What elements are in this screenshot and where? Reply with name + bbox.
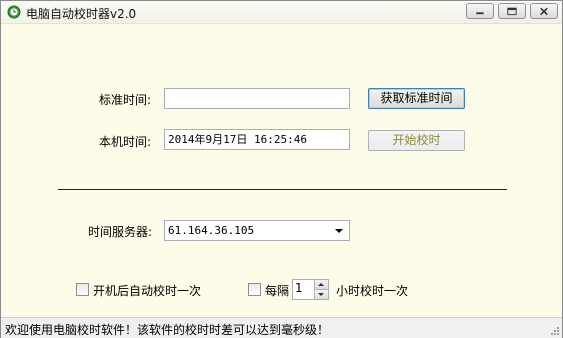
time-server-select[interactable]: 61.164.36.105 bbox=[164, 220, 350, 241]
status-bar: 欢迎使用电脑校时软件！该软件的校时时差可以达到毫秒级！ bbox=[1, 317, 562, 338]
clock-app-icon bbox=[7, 5, 21, 19]
standard-time-field[interactable] bbox=[164, 88, 350, 109]
auto-on-boot-checkbox[interactable] bbox=[76, 283, 89, 296]
chevron-down-icon[interactable] bbox=[335, 229, 343, 233]
auto-on-boot-label[interactable]: 开机后自动校时一次 bbox=[93, 282, 201, 299]
standard-time-label: 标准时间: bbox=[99, 93, 152, 107]
title-bar[interactable]: 电脑自动校时器v2.0 bbox=[1, 1, 562, 24]
local-time-field[interactable]: 2014年9月17日 16:25:46 bbox=[164, 129, 350, 150]
interval-suffix-label: 小时校时一次 bbox=[336, 284, 409, 298]
interval-checkbox[interactable] bbox=[248, 283, 261, 296]
maximize-icon bbox=[507, 7, 517, 16]
window-title: 电脑自动校时器v2.0 bbox=[26, 7, 137, 21]
get-standard-time-button[interactable]: 获取标准时间 bbox=[368, 88, 465, 109]
minimize-button[interactable] bbox=[466, 3, 494, 19]
interval-stepper[interactable]: 1 bbox=[292, 279, 329, 300]
interval-value[interactable]: 1 bbox=[295, 281, 303, 295]
time-server-value: 61.164.36.105 bbox=[168, 224, 255, 237]
local-time-label: 本机时间: bbox=[99, 135, 152, 149]
resize-grip-icon[interactable] bbox=[550, 326, 560, 336]
time-server-label: 时间服务器: bbox=[88, 225, 153, 239]
minimize-icon bbox=[476, 12, 484, 15]
maximize-button[interactable] bbox=[498, 3, 526, 19]
interval-prefix-label[interactable]: 每隔 bbox=[265, 282, 289, 299]
app-window: 电脑自动校时器v2.0 标准时间: 获取标准时间 本机时间: 2014年9月17… bbox=[0, 0, 563, 338]
status-text: 欢迎使用电脑校时软件！该软件的校时时差可以达到毫秒级！ bbox=[5, 323, 330, 337]
close-icon bbox=[540, 7, 548, 16]
close-button[interactable] bbox=[530, 3, 558, 19]
stepper-up-icon[interactable] bbox=[314, 280, 328, 290]
divider bbox=[58, 189, 507, 190]
start-sync-button[interactable]: 开始校时 bbox=[368, 130, 465, 151]
stepper-down-icon[interactable] bbox=[314, 290, 328, 299]
